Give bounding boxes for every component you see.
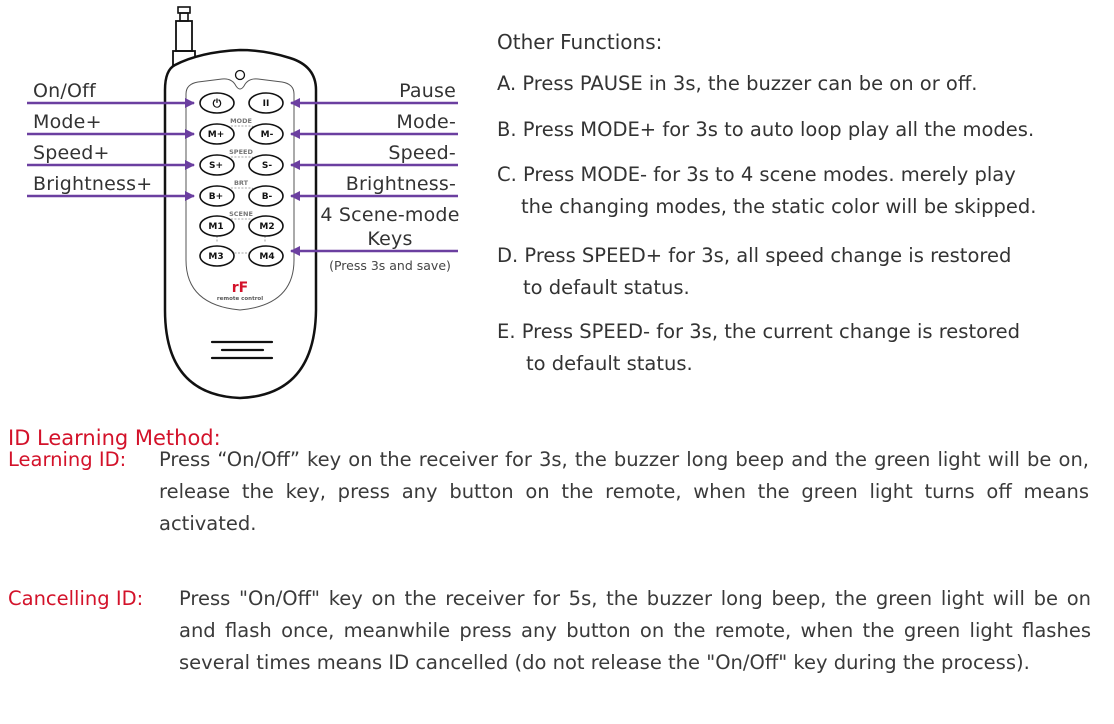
label-brightness-plus: Brightness+ <box>33 173 153 195</box>
other-functions-title: Other Functions: <box>497 30 663 54</box>
group-label-mode: MODE <box>230 117 252 125</box>
function-item-b: B. Press MODE+ for 3s to auto loop play … <box>497 114 1034 146</box>
antenna-icon <box>172 6 196 66</box>
function-item-text: B. Press MODE+ for 3s to auto loop play … <box>497 118 1035 141</box>
function-item-text: C. Press MODE- for 3s to 4 scene modes. … <box>497 163 1016 186</box>
function-item-a: A. Press PAUSE in 3s, the buzzer can be … <box>497 68 978 100</box>
label-on-off: On/Off <box>33 80 96 102</box>
function-item-text-cont: to default status. <box>526 352 693 375</box>
learning-id-section: Learning ID: Press “On/Off” key on the r… <box>8 444 1108 574</box>
speed-plus-label: S+ <box>209 161 223 171</box>
learning-id-text: Press “On/Off” key on the receiver for 3… <box>159 448 1089 535</box>
cancelling-id-label: Cancelling ID: <box>8 587 144 610</box>
function-item-text: E. Press SPEED- for 3s, the current chan… <box>497 320 1021 343</box>
cancelling-id-text: Press "On/Off" key on the receiver for 5… <box>179 587 1091 674</box>
mode-minus-label: M- <box>261 130 274 140</box>
label-brightness-minus: Brightness- <box>345 173 456 195</box>
m1-label: M1 <box>208 222 223 232</box>
label-scene-keys: Keys <box>367 228 413 250</box>
label-speed-minus: Speed- <box>388 142 456 164</box>
function-item-text-cont: to default status. <box>523 276 690 299</box>
label-scene-note: (Press 3s and save) <box>329 258 451 273</box>
group-label-speed: SPEED <box>229 148 253 156</box>
function-item-e: E. Press SPEED- for 3s, the current chan… <box>497 316 1020 380</box>
brt-plus-label: B+ <box>209 192 223 202</box>
power-icon: ⏻ <box>213 97 222 110</box>
pause-icon: II <box>263 99 270 109</box>
group-label-brt: BRT <box>234 179 249 187</box>
label-pause: Pause <box>399 80 456 102</box>
brt-minus-label: B- <box>262 192 273 202</box>
label-mode-plus: Mode+ <box>33 111 102 133</box>
label-speed-plus: Speed+ <box>33 142 110 164</box>
label-mode-minus: Mode- <box>396 111 456 133</box>
logo-caption: remote control <box>217 296 263 302</box>
m4-label: M4 <box>259 252 274 262</box>
m2-label: M2 <box>259 222 274 232</box>
function-item-text: A. Press PAUSE in 3s, the buzzer can be … <box>497 72 978 95</box>
cancelling-id-section: Cancelling ID: Press "On/Off" key on the… <box>8 583 1108 723</box>
function-item-d: D. Press SPEED+ for 3s, all speed change… <box>497 240 1011 304</box>
mode-plus-label: M+ <box>208 130 225 140</box>
m3-label: M3 <box>208 252 223 262</box>
learning-id-label: Learning ID: <box>8 448 127 471</box>
function-item-c: C. Press MODE- for 3s to 4 scene modes. … <box>497 159 1037 223</box>
function-item-text: D. Press SPEED+ for 3s, all speed change… <box>497 244 1012 267</box>
rf-logo: rF <box>232 280 248 296</box>
group-label-scene: SCENE <box>229 210 253 218</box>
function-item-text-cont: the changing modes, the static color wil… <box>521 195 1037 218</box>
label-scene-mode: 4 Scene-mode <box>320 204 460 226</box>
speed-minus-label: S- <box>262 161 272 171</box>
